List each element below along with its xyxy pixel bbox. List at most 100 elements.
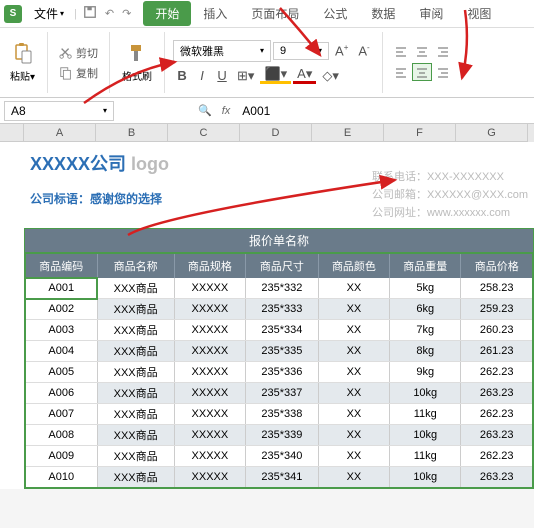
table-row[interactable]: A008XXX商品XXXXX235*339XX10kg263.23 [25,425,533,446]
table-cell[interactable]: A010 [25,467,97,489]
align-center[interactable] [412,63,432,81]
table-cell[interactable]: XXXXX [174,299,245,320]
table-cell[interactable]: A006 [25,383,97,404]
clear-format-button[interactable]: ◇▾ [318,66,343,86]
table-cell[interactable]: 263.23 [461,467,533,489]
font-color-button[interactable]: A▾ [293,67,316,84]
table-cell[interactable]: XX [318,299,389,320]
table-cell[interactable]: XXX商品 [97,341,174,362]
table-cell[interactable]: XXXXX [174,362,245,383]
table-row[interactable]: A003XXX商品XXXXX235*334XX7kg260.23 [25,320,533,341]
table-cell[interactable]: XXXXX [174,404,245,425]
format-painter-button[interactable]: 格式刷 [118,40,156,85]
col-header[interactable]: A [24,124,96,142]
align-top-right[interactable] [433,44,453,62]
table-cell[interactable]: 10kg [390,425,461,446]
table-cell[interactable]: XX [318,425,389,446]
table-cell[interactable]: 235*338 [246,404,319,425]
table-cell[interactable]: 10kg [390,383,461,404]
table-cell[interactable]: XX [318,404,389,425]
formula-input[interactable]: A001 [236,102,534,120]
col-header[interactable]: D [240,124,312,142]
align-bottom-right[interactable] [433,63,453,81]
table-cell[interactable]: XXXXX [174,278,245,299]
align-top-center[interactable] [412,44,432,62]
table-cell[interactable]: 262.23 [461,404,533,425]
table-cell[interactable]: A008 [25,425,97,446]
table-cell[interactable]: XX [318,446,389,467]
table-row[interactable]: A010XXX商品XXXXX235*341XX10kg263.23 [25,467,533,489]
table-cell[interactable]: A004 [25,341,97,362]
table-cell[interactable]: XXX商品 [97,467,174,489]
select-all-corner[interactable] [0,124,24,142]
table-cell[interactable]: A003 [25,320,97,341]
table-row[interactable]: A009XXX商品XXXXX235*340XX11kg262.23 [25,446,533,467]
fx-search-icon[interactable]: 🔍 [198,104,212,117]
tab-formula[interactable]: 公式 [311,1,359,26]
copy-button[interactable]: 复制 [56,64,101,82]
table-cell[interactable]: XXX商品 [97,320,174,341]
table-cell[interactable]: A009 [25,446,97,467]
table-cell[interactable]: 235*341 [246,467,319,489]
table-cell[interactable]: 5kg [390,278,461,299]
italic-button[interactable]: I [193,66,211,85]
paste-button[interactable]: 粘贴▾ [6,40,39,85]
col-header[interactable]: B [96,124,168,142]
table-cell[interactable]: 235*334 [246,320,319,341]
table-cell[interactable]: 235*337 [246,383,319,404]
table-row[interactable]: A005XXX商品XXXXX235*336XX9kg262.23 [25,362,533,383]
table-cell[interactable]: XXX商品 [97,299,174,320]
table-cell[interactable]: 235*333 [246,299,319,320]
table-cell[interactable]: 235*336 [246,362,319,383]
table-cell[interactable]: 260.23 [461,320,533,341]
table-cell[interactable]: 8kg [390,341,461,362]
table-cell[interactable]: A007 [25,404,97,425]
table-cell[interactable]: XXX商品 [97,362,174,383]
table-row[interactable]: A002XXX商品XXXXX235*333XX6kg259.23 [25,299,533,320]
table-cell[interactable]: XXX商品 [97,383,174,404]
table-cell[interactable]: 262.23 [461,362,533,383]
table-cell[interactable]: XXXXX [174,425,245,446]
name-box[interactable]: A8▾ [4,101,114,121]
table-cell[interactable]: XX [318,278,389,299]
redo-icon[interactable]: ↷ [118,5,135,22]
table-cell[interactable]: A002 [25,299,97,320]
table-cell[interactable]: 235*332 [246,278,319,299]
table-cell[interactable]: XX [318,362,389,383]
decrease-font-button[interactable]: A- [354,41,373,60]
increase-font-button[interactable]: A+ [331,41,352,60]
table-cell[interactable]: 262.23 [461,446,533,467]
border-button[interactable]: ⊞▾ [233,66,258,86]
table-cell[interactable]: XXXXX [174,446,245,467]
underline-button[interactable]: U [213,66,231,85]
font-size-select[interactable]: 9▾ [273,42,329,60]
table-cell[interactable]: XXXXX [174,383,245,404]
table-cell[interactable]: 6kg [390,299,461,320]
table-cell[interactable]: XXX商品 [97,278,174,299]
font-name-select[interactable]: 微软雅黑▾ [173,40,271,62]
table-cell[interactable]: XX [318,320,389,341]
table-cell[interactable]: 258.23 [461,278,533,299]
tab-layout[interactable]: 页面布局 [239,1,311,26]
undo-icon[interactable]: ↶ [101,5,118,22]
table-cell[interactable]: 235*339 [246,425,319,446]
table-cell[interactable]: 10kg [390,467,461,489]
cut-button[interactable]: 剪切 [56,44,101,62]
table-cell[interactable]: XX [318,341,389,362]
table-cell[interactable]: XX [318,383,389,404]
table-cell[interactable]: XXX商品 [97,446,174,467]
tab-view[interactable]: 视图 [455,1,503,26]
table-cell[interactable]: XXXXX [174,467,245,489]
align-bottom-left[interactable] [391,63,411,81]
table-cell[interactable]: 235*340 [246,446,319,467]
table-cell[interactable]: 11kg [390,404,461,425]
col-header[interactable]: F [384,124,456,142]
table-cell[interactable]: XXXXX [174,341,245,362]
table-cell[interactable]: A001 [25,278,97,299]
table-cell[interactable]: 259.23 [461,299,533,320]
fx-icon[interactable]: fx [216,105,237,117]
tab-home[interactable]: 开始 [143,1,191,26]
fill-color-button[interactable]: ⬛▾ [260,67,291,84]
table-cell[interactable]: 11kg [390,446,461,467]
table-cell[interactable]: 261.23 [461,341,533,362]
